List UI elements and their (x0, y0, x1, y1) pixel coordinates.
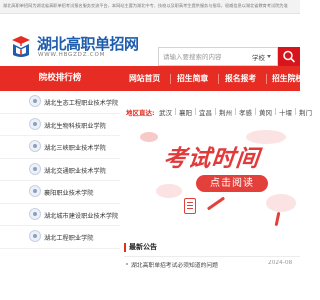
school-emblem-icon (29, 140, 41, 152)
region-label: 地区直达: (126, 109, 155, 117)
school-name[interactable]: 湖北生态工程职业技术学院 (44, 98, 118, 107)
nav-item-home[interactable]: 网站首页 (129, 66, 160, 91)
search-box: 学校 (158, 47, 278, 66)
document-icon (184, 198, 196, 214)
search-input[interactable] (163, 51, 251, 63)
banner-title: 考试时间 (162, 146, 262, 172)
school-list-item[interactable]: 湖北生态工程职业技术学院 (0, 91, 120, 114)
school-name[interactable]: 湖北三峡职业技术学院 (44, 143, 106, 152)
nav-divider (170, 74, 171, 84)
school-name[interactable]: 湖北生物科技职业学院 (44, 121, 106, 130)
school-ranking-title: 院校排行榜 (0, 66, 120, 91)
school-list-item[interactable]: 湖北城市建设职业技术学院 (0, 204, 120, 226)
school-list-item[interactable]: 襄阳职业技术学院 (0, 181, 120, 204)
site-logo-icon[interactable] (8, 34, 34, 60)
region-divider (195, 108, 196, 115)
top-notice-text: 湖北高职单招网为湖北省高职单招考试报名服务交流平台，本网站主要为湖北中专、技校以… (3, 3, 288, 8)
bullet-icon (126, 263, 128, 265)
decorative-blob (156, 184, 182, 198)
school-emblem-icon (29, 95, 41, 107)
school-list-item[interactable]: 湖北交通职业技术学院 (0, 159, 120, 181)
region-divider (215, 108, 216, 115)
section-marker (124, 243, 126, 252)
search-button[interactable] (278, 47, 300, 66)
site-logo-subtitle: WWW.HBGZDZ.COM (38, 52, 106, 58)
region-link-xiangyang[interactable]: 襄阳 (179, 107, 192, 117)
school-ranking-panel: 院校排行榜 湖北生态工程职业技术学院 湖北生物科技职业学院 湖北三峡职业技术学院… (0, 66, 120, 300)
school-list-item[interactable]: 湖北三峡职业技术学院 (0, 136, 120, 159)
school-emblem-icon (29, 117, 41, 130)
search-scope-select[interactable]: 学校 (252, 52, 265, 62)
nav-item-schools[interactable]: 招生院校 (272, 66, 303, 91)
region-divider (175, 108, 176, 115)
main-nav: 网站首页 招生简章 报名报考 招生院校 (120, 66, 303, 91)
nav-item-registration[interactable]: 报名报考 (225, 66, 256, 91)
region-divider (275, 108, 276, 115)
region-link-yichang[interactable]: 宜昌 (199, 107, 212, 117)
school-emblem-icon (29, 207, 41, 220)
region-link-jingmen[interactable]: 荆门 (299, 107, 312, 117)
school-emblem-icon (29, 230, 41, 242)
chevron-down-icon[interactable] (267, 55, 271, 58)
announcement-date: 2024-08 (268, 260, 293, 266)
school-list-item[interactable]: 湖北生物科技职业学院 (0, 114, 120, 136)
region-divider (255, 108, 256, 115)
exam-time-banner[interactable]: 考试时间 点击阅读 (126, 124, 300, 234)
region-link-huanggang[interactable]: 黄冈 (259, 107, 272, 117)
grass-icon (274, 211, 281, 227)
region-divider (295, 108, 296, 115)
decorative-blob (140, 132, 158, 142)
site-header: 湖北高职单招网 WWW.HBGZDZ.COM 学校 (0, 14, 300, 66)
search-icon (283, 50, 295, 63)
announcement-item[interactable]: 湖北高职单招考试必须知道的问题 2024-08 (120, 259, 300, 271)
school-emblem-icon (29, 162, 41, 175)
school-name[interactable]: 湖北城市建设职业技术学院 (44, 211, 118, 220)
school-ranking-list: 湖北生态工程职业技术学院 湖北生物科技职业学院 湖北三峡职业技术学院 湖北交通职… (0, 91, 120, 249)
region-quick-links: 地区直达: 武汉 襄阳 宜昌 荆州 孝感 黄冈 十堰 荆门 (124, 103, 312, 119)
region-link-jingzhou[interactable]: 荆州 (219, 107, 232, 117)
announcement-link[interactable]: 湖北高职单招考试必须知道的问题 (131, 260, 251, 269)
announcements-header: 最新公告 (124, 241, 300, 257)
site-logo-title[interactable]: 湖北高职单招网 (37, 33, 139, 54)
region-link-wuhan[interactable]: 武汉 (159, 107, 172, 117)
banner-read-button[interactable]: 点击阅读 (196, 175, 268, 192)
nav-item-admissions-brochure[interactable]: 招生简章 (177, 66, 208, 91)
school-name[interactable]: 襄阳职业技术学院 (44, 188, 94, 197)
region-link-xiaogan[interactable]: 孝感 (239, 107, 252, 117)
school-emblem-icon (29, 185, 41, 197)
school-name[interactable]: 湖北交通职业技术学院 (44, 166, 106, 175)
announcements-title: 最新公告 (129, 243, 157, 251)
latest-announcements: 最新公告 湖北高职单招考试必须知道的问题 2024-08 (120, 236, 300, 300)
top-notice-bar: 湖北高职单招网为湖北省高职单招考试报名服务交流平台，本网站主要为湖北中专、技校以… (0, 0, 300, 14)
nav-divider (266, 74, 267, 84)
school-list-item[interactable]: 湖北工程职业学院 (0, 226, 120, 249)
school-name[interactable]: 湖北工程职业学院 (44, 233, 94, 242)
nav-divider (218, 74, 219, 84)
region-divider (235, 108, 236, 115)
decorative-blob (266, 194, 296, 212)
pen-icon (206, 196, 226, 211)
region-link-shiyan[interactable]: 十堰 (279, 107, 292, 117)
